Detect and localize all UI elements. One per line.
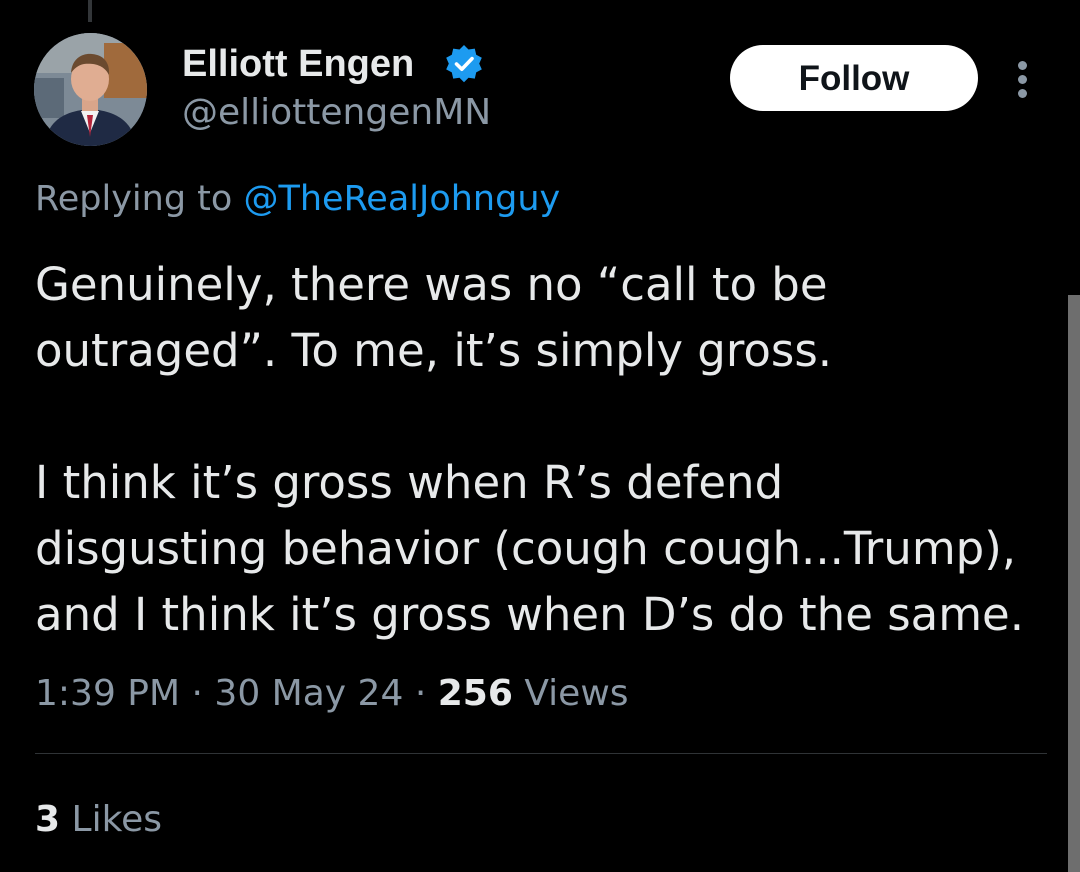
tweet-text-line: and I think it’s gross when D’s do the s… (35, 588, 1025, 641)
follow-button[interactable]: Follow (730, 45, 978, 111)
thread-connector-line (88, 0, 92, 22)
more-vertical-icon (1018, 61, 1027, 70)
verified-badge-icon (446, 45, 482, 83)
divider (35, 753, 1047, 754)
replying-to-line: Replying to @TheRealJohnguy (35, 178, 560, 220)
tweet-text-line: disgusting behavior (cough cough...Trump… (35, 522, 1017, 575)
more-vertical-icon (1018, 89, 1027, 98)
tweet-text-line: outraged”. To me, it’s simply gross. (35, 324, 833, 377)
views-count: 256 (437, 673, 513, 714)
meta-separator: · (414, 673, 427, 714)
author-display-name[interactable]: Elliott Engen (182, 42, 414, 86)
tweet-body: Genuinely, there was no “call to be outr… (35, 252, 1065, 648)
avatar[interactable] (34, 33, 147, 146)
tweet-time[interactable]: 1:39 PM (35, 673, 180, 714)
tweet-text-line: I think it’s gross when R’s defend (35, 456, 784, 509)
replying-to-handle-link[interactable]: @TheRealJohnguy (243, 179, 560, 219)
meta-separator: · (191, 673, 203, 714)
scrollbar[interactable] (1068, 295, 1080, 872)
replying-to-prefix: Replying to (35, 179, 233, 219)
tweet-date[interactable]: 30 May 24 (214, 673, 403, 714)
more-vertical-icon (1018, 75, 1027, 84)
tweet-text-line: Genuinely, there was no “call to be (35, 258, 828, 311)
profile-photo-icon (34, 33, 147, 146)
likes-count: 3 (35, 799, 61, 840)
tweet-metadata: 1:39 PM · 30 May 24 · 256 Views (35, 672, 629, 716)
likes-label: Likes (71, 799, 163, 840)
more-options-button[interactable] (1006, 55, 1040, 103)
author-handle[interactable]: @elliottengenMN (182, 92, 491, 134)
likes-link[interactable]: 3 Likes (35, 798, 162, 842)
views-label: Views (524, 673, 629, 714)
